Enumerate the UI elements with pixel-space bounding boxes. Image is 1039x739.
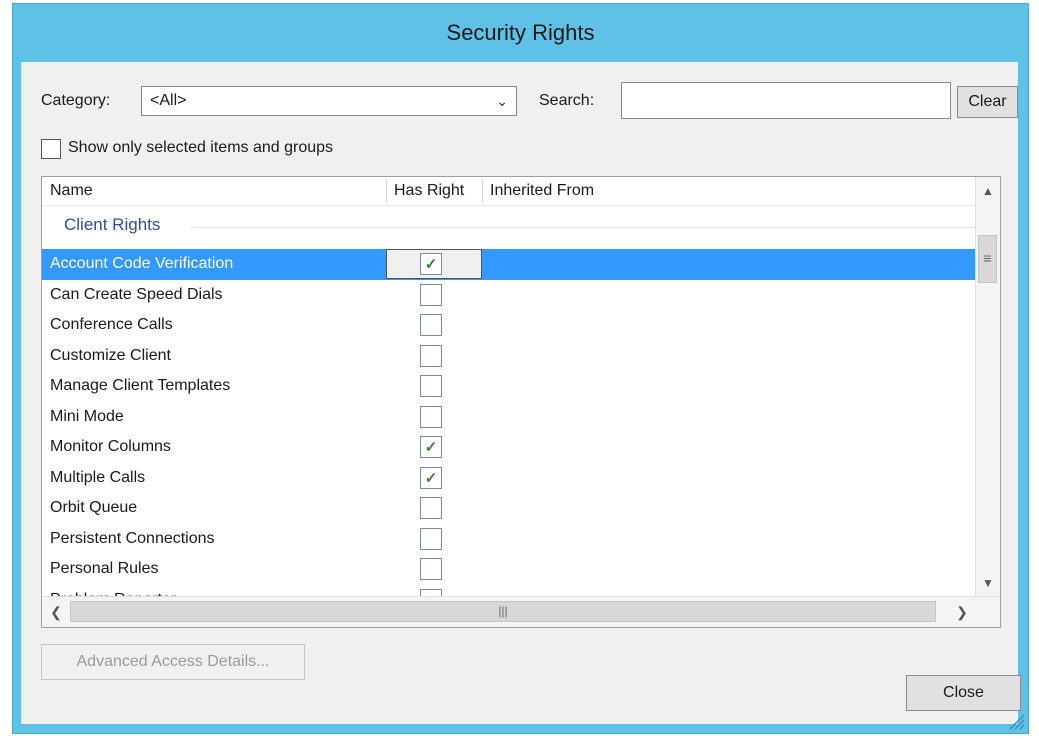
- has-right-checkbox[interactable]: ✓: [420, 466, 442, 489]
- table-row[interactable]: Account Code Verification ✓: [42, 249, 979, 280]
- row-name: Can Create Speed Dials: [50, 285, 223, 303]
- advanced-access-details-button[interactable]: Advanced Access Details...: [41, 644, 305, 680]
- has-right-checkbox[interactable]: [420, 375, 442, 397]
- column-name[interactable]: Name: [42, 177, 386, 205]
- row-name: Personal Rules: [50, 560, 159, 577]
- table-row[interactable]: Monitor Columns ✓: [42, 432, 979, 463]
- has-right-checkbox[interactable]: [420, 497, 442, 519]
- group-divider: [190, 227, 976, 228]
- row-name: Monitor Columns: [50, 438, 171, 455]
- has-right-checkbox[interactable]: ✓: [420, 253, 442, 275]
- table-row[interactable]: Multiple Calls ✓: [42, 463, 979, 494]
- table-header: Name Has Right Inherited From: [42, 177, 992, 206]
- row-name: Manage Client Templates: [50, 377, 231, 394]
- vertical-scroll-thumb[interactable]: ≡: [978, 235, 997, 283]
- horizontal-scroll-thumb[interactable]: |||: [70, 601, 936, 622]
- scroll-down-icon[interactable]: ▼: [976, 573, 1000, 593]
- check-icon: ✓: [424, 256, 438, 273]
- rights-table: Name Has Right Inherited From Client Rig…: [41, 176, 1001, 628]
- table-row[interactable]: Persistent Connections: [42, 524, 979, 555]
- table-row[interactable]: Mini Mode: [42, 402, 979, 433]
- column-inherited-from[interactable]: Inherited From: [482, 177, 882, 205]
- security-rights-window: Security Rights Category: <All> ⌄ Search…: [12, 3, 1029, 734]
- table-row[interactable]: Personal Rules: [42, 554, 979, 585]
- rows-container: Account Code Verification ✓ Can Create S…: [42, 249, 979, 615]
- has-right-checkbox[interactable]: [420, 283, 442, 306]
- has-right-checkbox[interactable]: [420, 314, 442, 336]
- row-name: Multiple Calls: [50, 468, 146, 486]
- has-right-checkbox[interactable]: ✓: [420, 436, 442, 458]
- chevron-down-icon: ⌄: [496, 93, 508, 109]
- scroll-left-icon[interactable]: ❮: [44, 597, 68, 627]
- row-name: Orbit Queue: [50, 499, 138, 516]
- category-label: Category:: [41, 92, 111, 109]
- table-row[interactable]: Can Create Speed Dials: [42, 280, 979, 311]
- scroll-up-icon[interactable]: ▲: [976, 181, 1000, 201]
- table-row[interactable]: Customize Client: [42, 341, 979, 372]
- horizontal-scrollbar[interactable]: ❮ ||| ❯: [42, 596, 1000, 627]
- table-row[interactable]: Manage Client Templates: [42, 371, 979, 402]
- scroll-right-icon[interactable]: ❯: [950, 597, 974, 627]
- show-selected-checkbox[interactable]: [41, 139, 61, 159]
- row-name: Customize Client: [50, 346, 171, 364]
- search-input[interactable]: [621, 82, 951, 119]
- category-value: <All>: [150, 92, 187, 109]
- dialog-body: Category: <All> ⌄ Search: Clear Show onl…: [21, 62, 1021, 724]
- category-dropdown[interactable]: <All> ⌄: [141, 86, 517, 116]
- has-right-checkbox[interactable]: [420, 558, 442, 580]
- show-selected-label: Show only selected items and groups: [68, 139, 334, 156]
- has-right-checkbox[interactable]: [420, 405, 442, 428]
- row-name: Mini Mode: [50, 407, 124, 425]
- resize-grip-icon[interactable]: [1004, 709, 1026, 731]
- close-button[interactable]: Close: [906, 675, 1021, 711]
- vertical-scrollbar[interactable]: ▲ ≡ ▼: [975, 177, 1000, 597]
- group-header: Client Rights: [64, 215, 161, 234]
- column-has-right[interactable]: Has Right: [386, 177, 482, 205]
- table-row[interactable]: Orbit Queue: [42, 493, 979, 524]
- has-right-checkbox[interactable]: [420, 344, 442, 367]
- search-label: Search:: [539, 92, 595, 109]
- has-right-checkbox[interactable]: [420, 527, 442, 550]
- check-icon: ✓: [424, 469, 438, 487]
- window-title: Security Rights: [446, 20, 595, 45]
- row-name: Conference Calls: [50, 316, 173, 333]
- clear-button[interactable]: Clear: [957, 86, 1018, 118]
- row-name: Persistent Connections: [50, 529, 215, 547]
- row-name: Account Code Verification: [50, 255, 234, 272]
- check-icon: ✓: [424, 439, 438, 456]
- table-row[interactable]: Conference Calls: [42, 310, 979, 341]
